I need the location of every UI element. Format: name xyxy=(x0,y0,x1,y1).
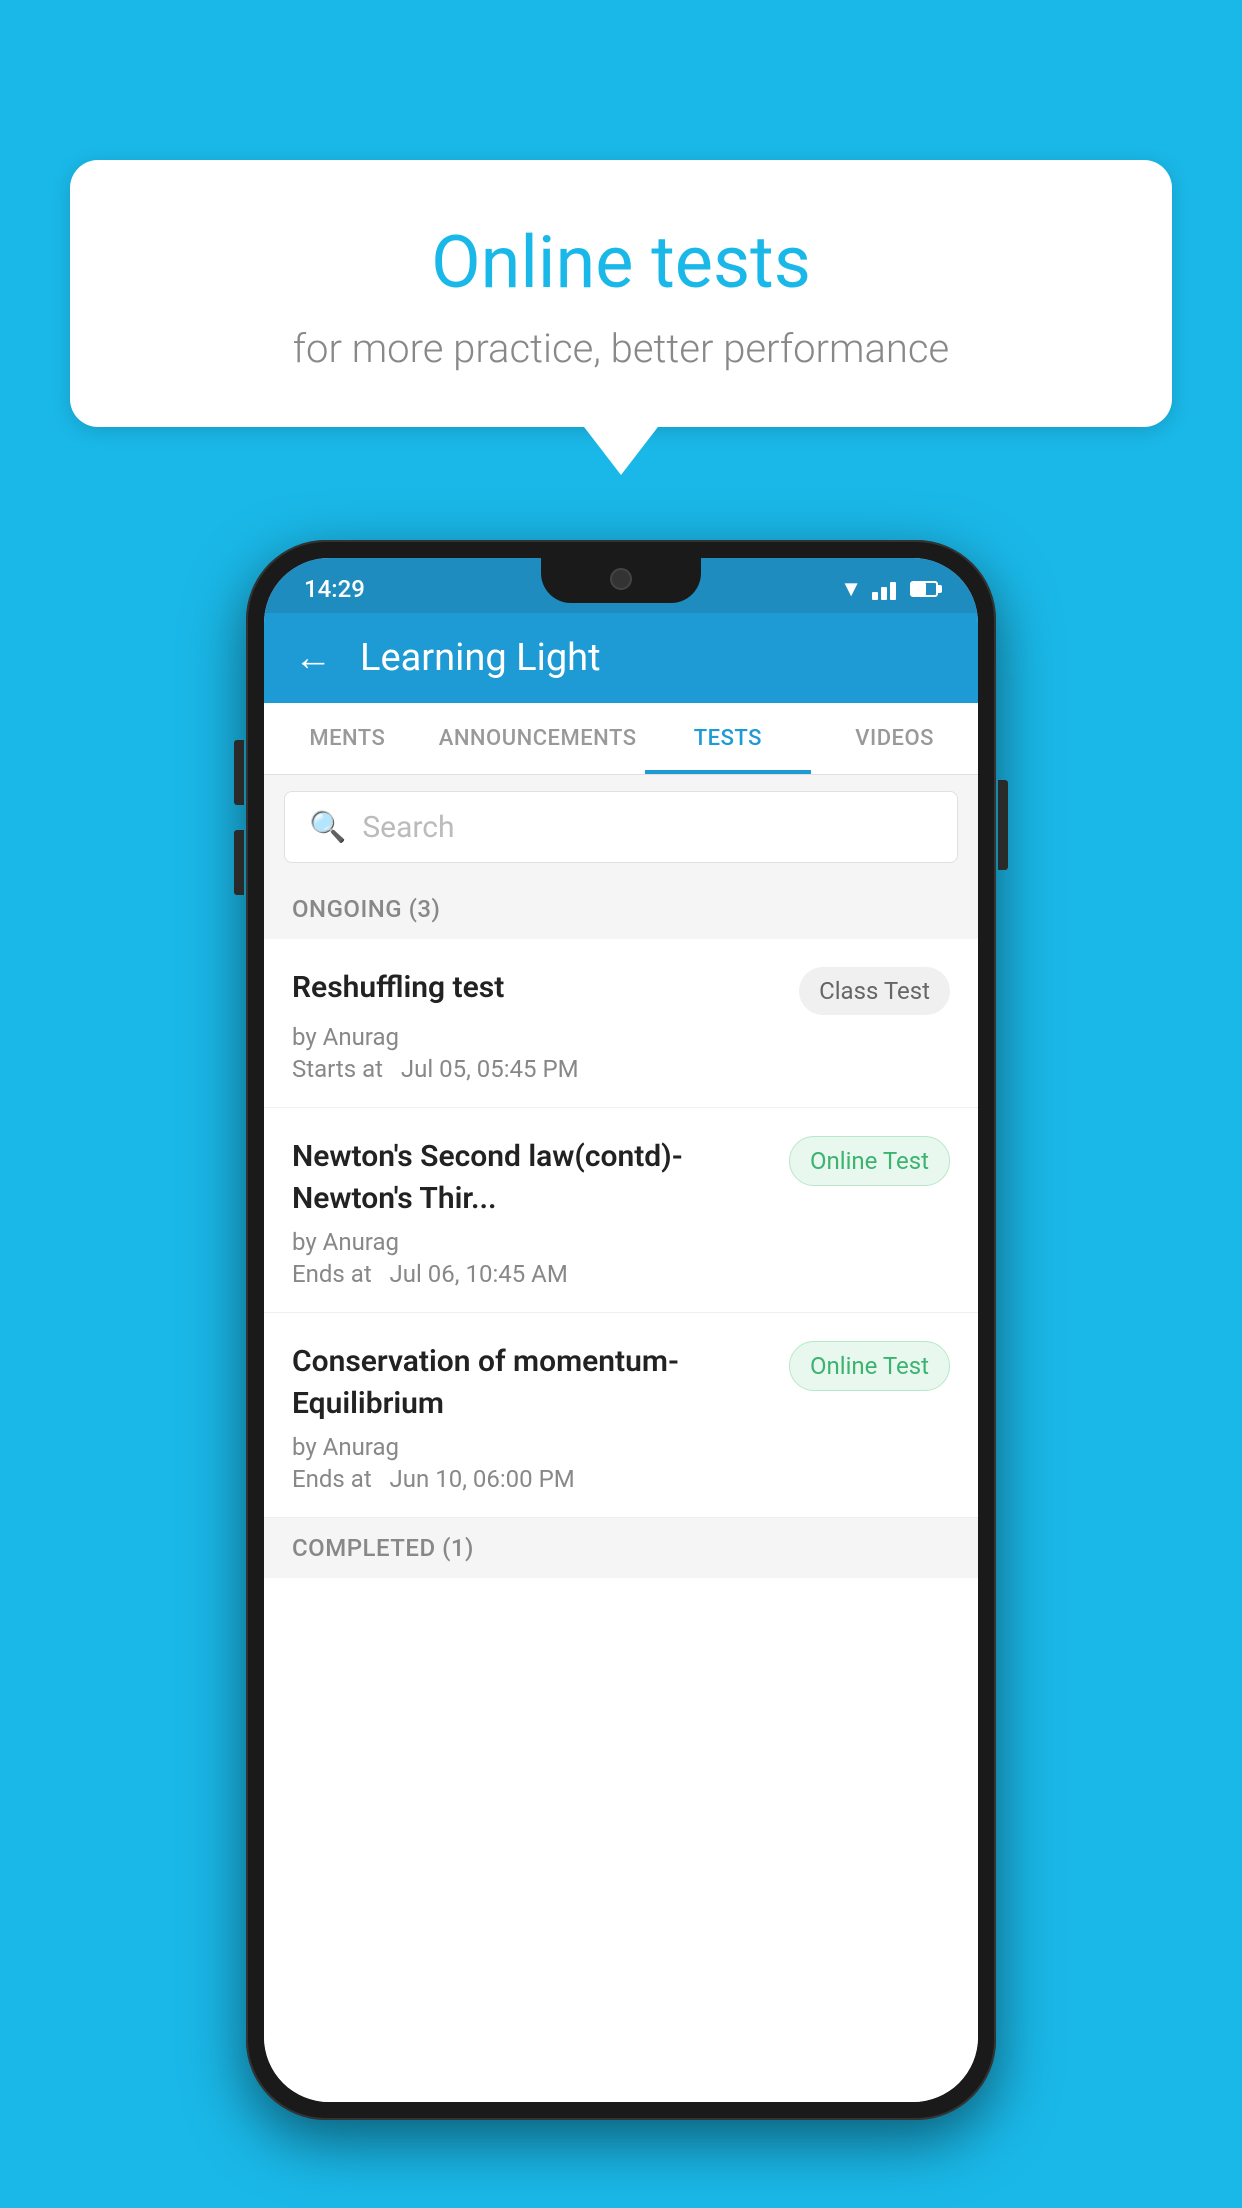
phone-outer: 14:29 ▼ ← Learning Light xyxy=(246,540,996,2120)
app-title: Learning Light xyxy=(360,636,601,680)
front-camera xyxy=(610,568,632,590)
speech-bubble: Online tests for more practice, better p… xyxy=(70,160,1172,427)
search-container: 🔍 Search xyxy=(264,775,978,879)
status-time: 14:29 xyxy=(304,575,365,603)
test-name: Newton's Second law(contd)-Newton's Thir… xyxy=(292,1136,773,1220)
battery-fill xyxy=(912,583,926,595)
test-meta-time: Ends at Jun 10, 06:00 PM xyxy=(292,1465,950,1493)
tab-tests[interactable]: TESTS xyxy=(645,703,812,774)
test-meta-time: Starts at Jul 05, 05:45 PM xyxy=(292,1055,950,1083)
section-header-completed: COMPLETED (1) xyxy=(264,1518,978,1578)
test-badge-class: Class Test xyxy=(799,967,950,1015)
bubble-title: Online tests xyxy=(120,220,1122,305)
test-meta-by: by Anurag xyxy=(292,1228,950,1256)
test-meta-time: Ends at Jul 06, 10:45 AM xyxy=(292,1260,950,1288)
bubble-subtitle: for more practice, better performance xyxy=(120,325,1122,372)
tab-announcements[interactable]: ANNOUNCEMENTS xyxy=(431,703,645,774)
test-badge-online: Online Test xyxy=(789,1341,950,1391)
test-item-top: Newton's Second law(contd)-Newton's Thir… xyxy=(292,1136,950,1220)
search-bar[interactable]: 🔍 Search xyxy=(284,791,958,863)
volume-down-button[interactable] xyxy=(234,830,244,895)
battery-icon xyxy=(910,581,938,597)
test-item-top: Reshuffling test Class Test xyxy=(292,967,950,1015)
screen-content: 🔍 Search ONGOING (3) Reshuffling test Cl… xyxy=(264,775,978,2102)
test-item[interactable]: Reshuffling test Class Test by Anurag St… xyxy=(264,939,978,1108)
wifi-icon: ▼ xyxy=(840,576,862,602)
volume-up-button[interactable] xyxy=(234,740,244,805)
power-button[interactable] xyxy=(998,780,1008,870)
app-bar: ← Learning Light xyxy=(264,613,978,703)
phone-screen: 14:29 ▼ ← Learning Light xyxy=(264,558,978,2102)
test-name: Reshuffling test xyxy=(292,967,783,1009)
test-item-top: Conservation of momentum-Equilibrium Onl… xyxy=(292,1341,950,1425)
test-name: Conservation of momentum-Equilibrium xyxy=(292,1341,773,1425)
test-list: Reshuffling test Class Test by Anurag St… xyxy=(264,939,978,2102)
test-item[interactable]: Newton's Second law(contd)-Newton's Thir… xyxy=(264,1108,978,1313)
signal-bars xyxy=(872,578,896,600)
status-icons: ▼ xyxy=(840,576,938,602)
test-meta-by: by Anurag xyxy=(292,1433,950,1461)
phone-notch xyxy=(541,558,701,603)
test-meta-by: by Anurag xyxy=(292,1023,950,1051)
tab-videos[interactable]: VIDEOS xyxy=(811,703,978,774)
test-badge-online: Online Test xyxy=(789,1136,950,1186)
test-item[interactable]: Conservation of momentum-Equilibrium Onl… xyxy=(264,1313,978,1518)
tab-ments[interactable]: MENTS xyxy=(264,703,431,774)
back-button[interactable]: ← xyxy=(294,636,332,680)
search-placeholder: Search xyxy=(362,810,454,845)
tabs: MENTS ANNOUNCEMENTS TESTS VIDEOS xyxy=(264,703,978,775)
search-icon: 🔍 xyxy=(309,810,346,845)
phone-wrapper: 14:29 ▼ ← Learning Light xyxy=(246,540,996,2120)
section-header-ongoing: ONGOING (3) xyxy=(264,879,978,939)
